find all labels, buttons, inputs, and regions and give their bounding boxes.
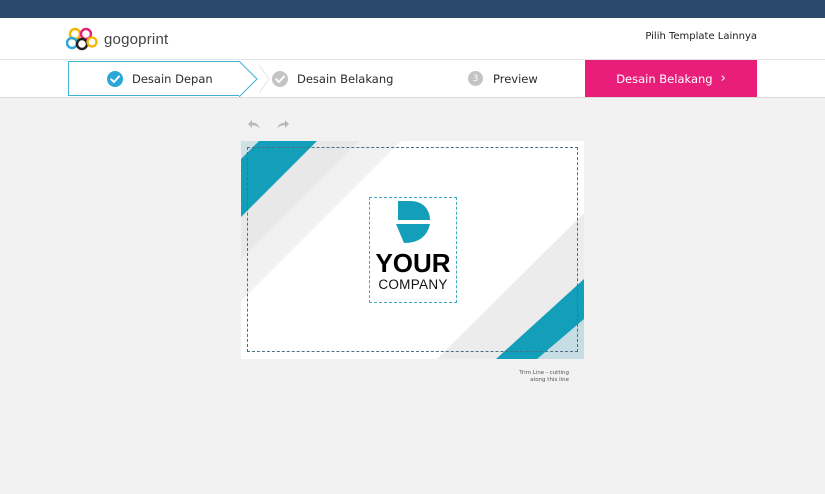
business-card-canvas[interactable]: YOUR COMPANY	[241, 141, 584, 359]
step-front-label: Desain Depan	[132, 71, 213, 86]
step-arrow-divider	[239, 61, 258, 97]
step-back-design[interactable]: Desain Belakang	[272, 61, 393, 96]
step-preview-label: Preview	[493, 71, 538, 86]
next-button-label: Desain Belakang	[616, 71, 713, 86]
top-bar	[0, 0, 825, 18]
undo-icon[interactable]	[247, 119, 261, 129]
steps-bar: Desain Depan Desain Belakang 3 Preview D…	[0, 60, 825, 98]
logo-word-your: YOUR	[375, 248, 451, 278]
choose-other-template-link[interactable]: Pilih Template Lainnya	[645, 31, 757, 42]
step-arrow-divider	[259, 64, 270, 94]
trim-caption-line1: Trim Line - cutting	[519, 370, 569, 376]
brand-logo[interactable]: gogoprint	[66, 26, 168, 52]
trim-line-caption: Trim Line - cutting along this line	[505, 370, 569, 384]
trim-caption-line2: along this line	[530, 377, 569, 383]
step-number-badge: 3	[468, 71, 483, 86]
gogoprint-logo-icon	[66, 27, 98, 51]
step-front-design[interactable]: Desain Depan	[107, 61, 213, 96]
redo-icon[interactable]	[276, 119, 290, 129]
check-circle-icon	[107, 70, 123, 87]
chevron-right-icon: ›	[720, 71, 726, 86]
step-preview[interactable]: 3 Preview	[468, 61, 538, 96]
step-back-label: Desain Belakang	[297, 71, 394, 86]
company-logo-element[interactable]: YOUR COMPANY	[369, 197, 457, 303]
check-circle-icon	[272, 70, 288, 87]
brand-name: gogoprint	[104, 30, 169, 48]
next-back-design-button[interactable]: Desain Belakang ›	[585, 60, 757, 97]
company-mark-icon	[396, 201, 430, 243]
header: gogoprint Pilih Template Lainnya	[0, 18, 825, 60]
logo-word-company: COMPANY	[378, 277, 448, 292]
